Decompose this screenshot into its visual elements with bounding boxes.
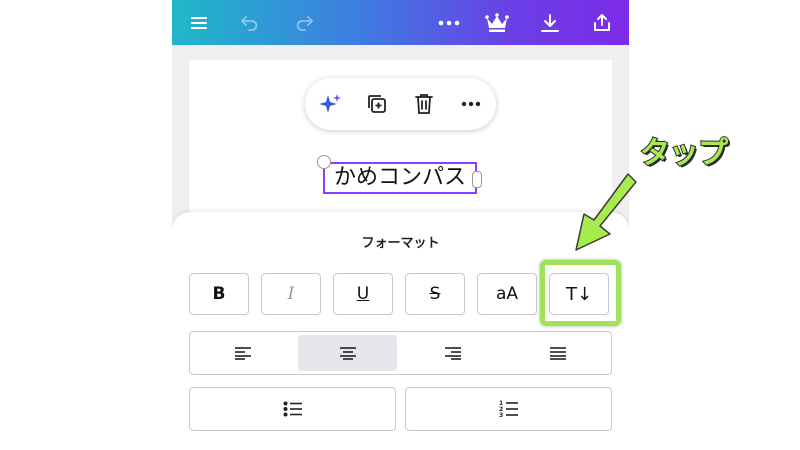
align-left-icon (234, 347, 251, 360)
strikethrough-label: S (429, 284, 441, 304)
svg-text:3: 3 (499, 412, 503, 418)
undo-icon[interactable] (234, 6, 268, 40)
alignment-group (189, 331, 612, 375)
tap-annotation: タップ (639, 135, 729, 172)
download-icon[interactable] (533, 6, 567, 40)
numbered-list-button[interactable]: 123 (405, 387, 612, 431)
selected-text-box[interactable]: かめコンパス (317, 155, 482, 194)
italic-label: I (287, 284, 295, 304)
align-left-button[interactable] (193, 335, 292, 371)
more-icon[interactable] (432, 6, 466, 40)
crown-icon[interactable] (480, 6, 514, 40)
share-icon[interactable] (585, 6, 619, 40)
align-justify-button[interactable] (508, 335, 607, 371)
italic-button[interactable]: I (261, 273, 321, 315)
rotate-handle[interactable] (317, 155, 331, 169)
letter-case-button[interactable]: aA (477, 273, 537, 315)
align-justify-icon (549, 347, 566, 360)
bullet-list-button[interactable] (189, 387, 396, 431)
more-icon[interactable] (454, 87, 488, 121)
bold-label: B (212, 284, 226, 304)
bold-button[interactable]: B (189, 273, 249, 315)
underline-button[interactable]: U (333, 273, 393, 315)
menu-icon[interactable] (182, 6, 216, 40)
underline-label: U (356, 284, 370, 304)
bullet-list-icon (283, 401, 302, 417)
floating-toolbar (305, 78, 496, 130)
align-right-icon (444, 347, 461, 360)
app-window: かめコンパス フォーマット B I U S aA T↓ 1 2 3 (172, 0, 629, 450)
numbered-list-icon: 123 (499, 400, 518, 418)
trash-icon[interactable] (407, 87, 441, 121)
highlight-box (540, 260, 621, 326)
magic-sparkle-icon[interactable] (313, 87, 347, 121)
strikethrough-button[interactable]: S (405, 273, 465, 315)
textbox-text[interactable]: かめコンパス (325, 162, 475, 194)
top-toolbar (172, 0, 629, 45)
sheet-title: フォーマット (361, 236, 440, 251)
annotation-arrow-icon (575, 173, 637, 251)
resize-handle[interactable] (472, 171, 482, 188)
letter-case-label: aA (495, 284, 519, 304)
align-right-button[interactable] (403, 335, 502, 371)
align-center-icon (339, 347, 356, 360)
redo-icon[interactable] (286, 6, 320, 40)
duplicate-icon[interactable] (360, 87, 394, 121)
align-center-button[interactable] (298, 335, 397, 371)
